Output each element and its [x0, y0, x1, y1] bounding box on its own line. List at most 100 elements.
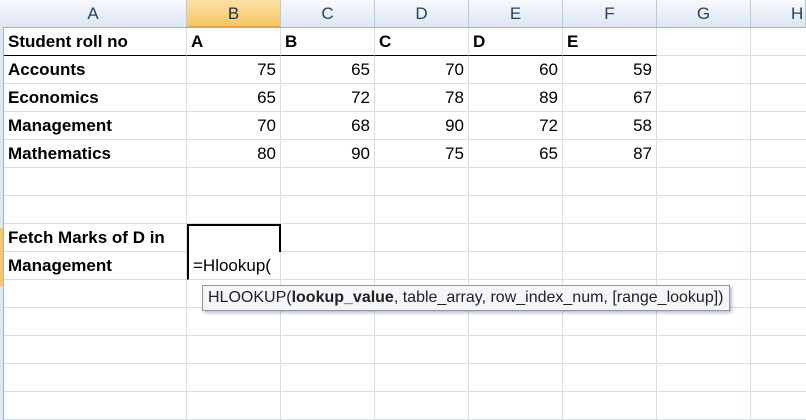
function-tooltip[interactable]: HLOOKUP(lookup_value, table_array, row_i…: [202, 285, 730, 311]
active-cell-top[interactable]: [187, 224, 281, 252]
cell-h1[interactable]: [751, 28, 806, 56]
cell-empty[interactable]: [4, 336, 187, 364]
cell-value[interactable]: 60: [469, 56, 563, 84]
cell-value[interactable]: 59: [563, 56, 657, 84]
column-header-b[interactable]: B: [187, 0, 281, 27]
cell-empty[interactable]: [751, 84, 806, 112]
cell-empty[interactable]: [469, 308, 563, 336]
cell-empty[interactable]: [751, 196, 806, 224]
cell-value[interactable]: 70: [375, 56, 469, 84]
cell-empty[interactable]: [469, 196, 563, 224]
cell-empty[interactable]: [375, 252, 469, 280]
cell-empty[interactable]: [563, 308, 657, 336]
cell-empty[interactable]: [187, 168, 281, 196]
cell-empty[interactable]: [751, 392, 806, 420]
column-header-g[interactable]: G: [657, 0, 751, 27]
cell-empty[interactable]: [657, 140, 751, 168]
cell-value[interactable]: 72: [469, 112, 563, 140]
cell-value[interactable]: 89: [469, 84, 563, 112]
cell-empty[interactable]: [657, 224, 751, 252]
cell-empty[interactable]: [751, 168, 806, 196]
cell-empty[interactable]: [4, 168, 187, 196]
tooltip-function-name[interactable]: HLOOKUP(: [208, 289, 292, 306]
cell-empty[interactable]: [469, 392, 563, 420]
cell-empty[interactable]: [563, 168, 657, 196]
cell-empty[interactable]: [657, 336, 751, 364]
cell-empty[interactable]: [281, 308, 375, 336]
cell-a1[interactable]: Student roll no: [4, 28, 187, 56]
cell-empty[interactable]: [657, 252, 751, 280]
column-header-f[interactable]: F: [563, 0, 657, 27]
cell-empty[interactable]: [469, 252, 563, 280]
cell-value[interactable]: 68: [281, 112, 375, 140]
cell-empty[interactable]: [4, 308, 187, 336]
cell-value[interactable]: 75: [375, 140, 469, 168]
cell-empty[interactable]: [375, 336, 469, 364]
cell-empty[interactable]: [4, 196, 187, 224]
cell-empty[interactable]: [657, 84, 751, 112]
cell-empty[interactable]: [751, 56, 806, 84]
cell-empty[interactable]: [751, 252, 806, 280]
column-header-a[interactable]: A: [0, 0, 187, 27]
cell-value[interactable]: 78: [375, 84, 469, 112]
cell-empty[interactable]: [4, 392, 187, 420]
cell-empty[interactable]: [751, 364, 806, 392]
cell-empty[interactable]: [751, 224, 806, 252]
cell-empty[interactable]: [4, 280, 187, 308]
cell-value[interactable]: 90: [281, 140, 375, 168]
cell-empty[interactable]: [187, 196, 281, 224]
cell-empty[interactable]: [563, 252, 657, 280]
cell-subject[interactable]: Mathematics: [4, 140, 187, 168]
cell-empty[interactable]: [657, 364, 751, 392]
cell-value[interactable]: 72: [281, 84, 375, 112]
cell-empty[interactable]: [281, 392, 375, 420]
tooltip-current-arg[interactable]: lookup_value: [292, 289, 394, 306]
cell-empty[interactable]: [469, 224, 563, 252]
cell-value[interactable]: 87: [563, 140, 657, 168]
cell-subject[interactable]: Management: [4, 112, 187, 140]
cell-empty[interactable]: [375, 224, 469, 252]
cell-b1[interactable]: A: [187, 28, 281, 56]
cell-empty[interactable]: [187, 392, 281, 420]
cell-empty[interactable]: [563, 336, 657, 364]
cell-empty[interactable]: [281, 252, 375, 280]
cell-value[interactable]: 70: [187, 112, 281, 140]
cell-empty[interactable]: [657, 112, 751, 140]
cell-f1[interactable]: E: [563, 28, 657, 56]
cell-empty[interactable]: [375, 308, 469, 336]
cell-empty[interactable]: [281, 364, 375, 392]
cell-empty[interactable]: [375, 196, 469, 224]
cell-query-label-2[interactable]: Management: [4, 252, 187, 280]
cell-e1[interactable]: D: [469, 28, 563, 56]
cell-empty[interactable]: [563, 224, 657, 252]
cell-value[interactable]: 75: [187, 56, 281, 84]
cell-value[interactable]: 90: [375, 112, 469, 140]
cell-value[interactable]: 67: [563, 84, 657, 112]
cell-empty[interactable]: [751, 336, 806, 364]
cell-query-label-1[interactable]: Fetch Marks of D in: [4, 224, 187, 252]
column-header-e[interactable]: E: [469, 0, 563, 27]
cell-empty[interactable]: [657, 168, 751, 196]
cell-value[interactable]: 58: [563, 112, 657, 140]
cell-empty[interactable]: [187, 336, 281, 364]
cell-empty[interactable]: [4, 364, 187, 392]
cell-value[interactable]: 80: [187, 140, 281, 168]
cell-empty[interactable]: [375, 364, 469, 392]
cell-empty[interactable]: [375, 392, 469, 420]
cell-empty[interactable]: [751, 112, 806, 140]
cell-empty[interactable]: [281, 224, 375, 252]
cell-value[interactable]: 65: [281, 56, 375, 84]
cell-g1[interactable]: [657, 28, 751, 56]
column-header-h[interactable]: H: [751, 0, 806, 27]
cell-empty[interactable]: [281, 336, 375, 364]
cell-subject[interactable]: Accounts: [4, 56, 187, 84]
cell-empty[interactable]: [187, 308, 281, 336]
cell-empty[interactable]: [469, 364, 563, 392]
cell-empty[interactable]: [187, 364, 281, 392]
cell-empty[interactable]: [563, 196, 657, 224]
cell-c1[interactable]: B: [281, 28, 375, 56]
cell-empty[interactable]: [657, 392, 751, 420]
column-header-d[interactable]: D: [375, 0, 469, 27]
column-header-c[interactable]: C: [281, 0, 375, 27]
cell-empty[interactable]: [469, 336, 563, 364]
